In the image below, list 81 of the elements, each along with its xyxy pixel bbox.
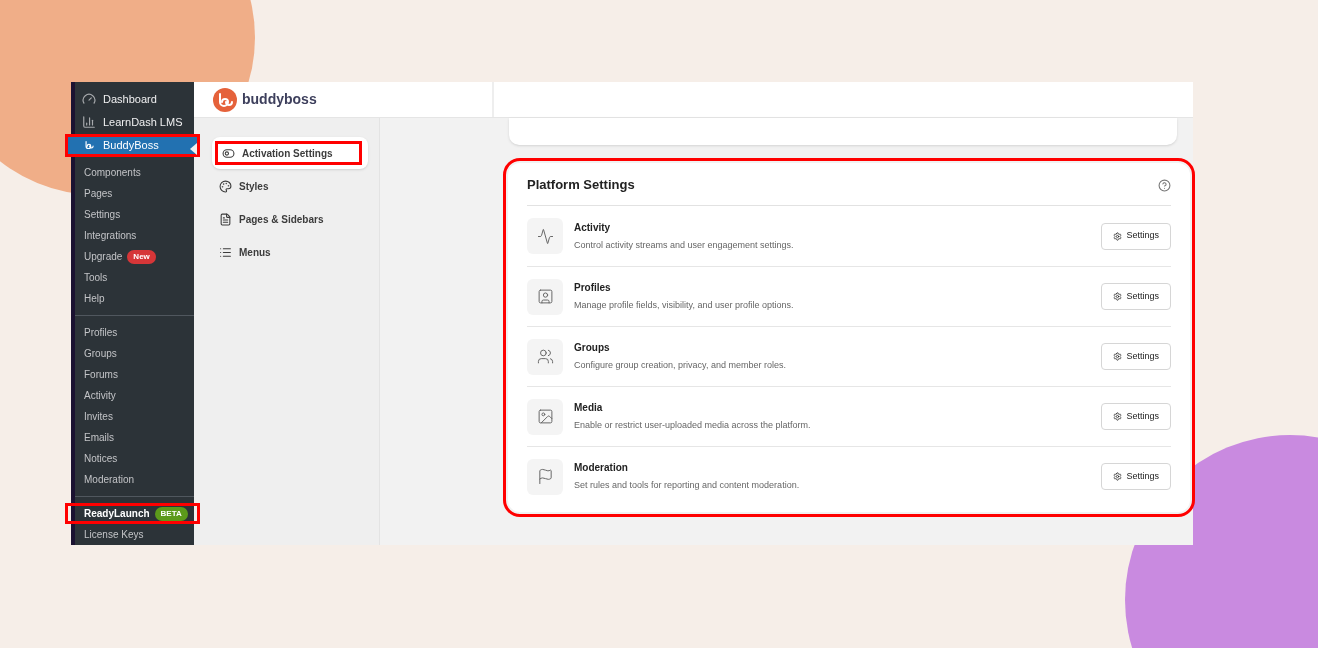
submenu-label: Moderation bbox=[84, 473, 135, 487]
submenu-label: Notices bbox=[84, 452, 118, 466]
submenu-label: License Keys bbox=[84, 528, 144, 542]
image-icon bbox=[536, 408, 554, 425]
submenu-item[interactable]: Forums bbox=[75, 364, 194, 385]
submenu-item[interactable]: Components bbox=[75, 162, 194, 183]
feature-description: Control activity streams and user engagement settings. bbox=[574, 238, 795, 252]
flag-icon bbox=[536, 468, 554, 485]
submenu-item[interactable]: License Keys bbox=[75, 524, 194, 545]
gear-icon bbox=[1113, 412, 1123, 421]
list-icon bbox=[219, 245, 232, 259]
settings-button[interactable]: Settings bbox=[1101, 283, 1171, 310]
submenu-label: ReadyLaunch bbox=[84, 507, 150, 521]
card-title: Platform Settings bbox=[527, 176, 635, 195]
submenu-label: Invites bbox=[84, 410, 113, 424]
submenu-label: Tools bbox=[84, 271, 108, 285]
feature-description: Manage profile fields, visibility, and user profile options. bbox=[574, 299, 795, 313]
gear-icon bbox=[1113, 472, 1123, 481]
menu-item[interactable]: BuddyBoss bbox=[65, 133, 200, 157]
settings-button[interactable]: Settings bbox=[1101, 403, 1171, 430]
submenu-item[interactable]: Settings bbox=[75, 204, 194, 225]
submenu-label: Pages bbox=[84, 187, 113, 201]
nav-item[interactable]: Pages & Sidebars bbox=[212, 203, 368, 235]
submenu-label: Groups bbox=[84, 347, 117, 361]
logo-icon bbox=[213, 87, 237, 112]
nav-item[interactable]: Menus bbox=[212, 236, 368, 268]
settings-button[interactable]: Settings bbox=[1101, 343, 1171, 370]
people-icon bbox=[536, 348, 554, 365]
submenu-item[interactable]: Profiles bbox=[75, 322, 194, 343]
submenu-item[interactable]: Integrations bbox=[75, 225, 194, 246]
badge: BETA bbox=[154, 506, 188, 521]
nav-item-label: Pages & Sidebars bbox=[215, 207, 328, 231]
submenu-item[interactable]: Invites bbox=[75, 406, 194, 427]
feature-description: Set rules and tools for reporting and content moderation. bbox=[574, 479, 801, 493]
badge: New bbox=[127, 249, 156, 264]
feature-title: Media bbox=[574, 401, 604, 416]
toggle-icon bbox=[222, 146, 235, 160]
logo-text: buddyboss bbox=[242, 90, 317, 109]
submenu-label: Profiles bbox=[84, 326, 118, 340]
menu-item[interactable]: LearnDash LMS bbox=[75, 110, 194, 134]
submenu-item[interactable]: Groups bbox=[75, 343, 194, 364]
submenu-label: Forums bbox=[84, 368, 118, 382]
palette-icon bbox=[219, 179, 232, 193]
gear-icon bbox=[1113, 231, 1123, 241]
submenu-item[interactable]: Upgrade New bbox=[75, 246, 194, 267]
feature-title: Moderation bbox=[574, 461, 629, 476]
submenu-label: Components bbox=[84, 166, 141, 180]
menu-item[interactable]: Dashboard bbox=[75, 88, 194, 111]
submenu-item[interactable]: Pages bbox=[75, 183, 194, 204]
document-icon bbox=[219, 212, 232, 226]
submenu-item[interactable]: Notices bbox=[75, 448, 194, 469]
nav-item[interactable]: Styles bbox=[212, 170, 368, 202]
bar-chart-icon bbox=[82, 115, 96, 130]
help-icon[interactable] bbox=[1158, 178, 1171, 192]
feature-description: Enable or restrict user-uploaded media across the platform. bbox=[574, 419, 812, 433]
submenu-item[interactable]: Emails bbox=[75, 427, 194, 448]
feature-title: Profiles bbox=[574, 281, 612, 296]
submenu-label: Help bbox=[84, 292, 105, 306]
submenu-item[interactable]: Activity bbox=[75, 385, 194, 406]
gear-icon bbox=[1113, 352, 1123, 361]
submenu-label: Activity bbox=[84, 389, 116, 403]
user-square-icon bbox=[536, 288, 554, 305]
settings-button[interactable]: Settings bbox=[1101, 463, 1171, 490]
nav-item-label: Styles bbox=[215, 174, 273, 198]
nav-item-label: Menus bbox=[215, 240, 275, 264]
submenu-item[interactable]: Tools bbox=[75, 267, 194, 288]
gauge-icon bbox=[82, 92, 96, 107]
feature-description: Configure group creation, privacy, and member roles. bbox=[574, 359, 787, 373]
feature-title: Groups bbox=[574, 341, 611, 356]
pulse-icon bbox=[536, 227, 554, 245]
submenu-label: Upgrade bbox=[84, 250, 123, 264]
submenu-label: Emails bbox=[84, 431, 114, 445]
submenu-label: Settings bbox=[84, 208, 121, 222]
gear-icon bbox=[1113, 292, 1123, 301]
settings-button[interactable]: Settings bbox=[1101, 222, 1171, 250]
nav-item-label: Activation Settings bbox=[215, 141, 362, 165]
submenu-item[interactable]: Moderation bbox=[75, 469, 194, 490]
submenu-label: Integrations bbox=[84, 229, 137, 243]
feature-title: Activity bbox=[574, 220, 612, 235]
submenu-item[interactable]: Help bbox=[75, 288, 194, 309]
nav-item[interactable]: Activation Settings bbox=[212, 137, 368, 169]
